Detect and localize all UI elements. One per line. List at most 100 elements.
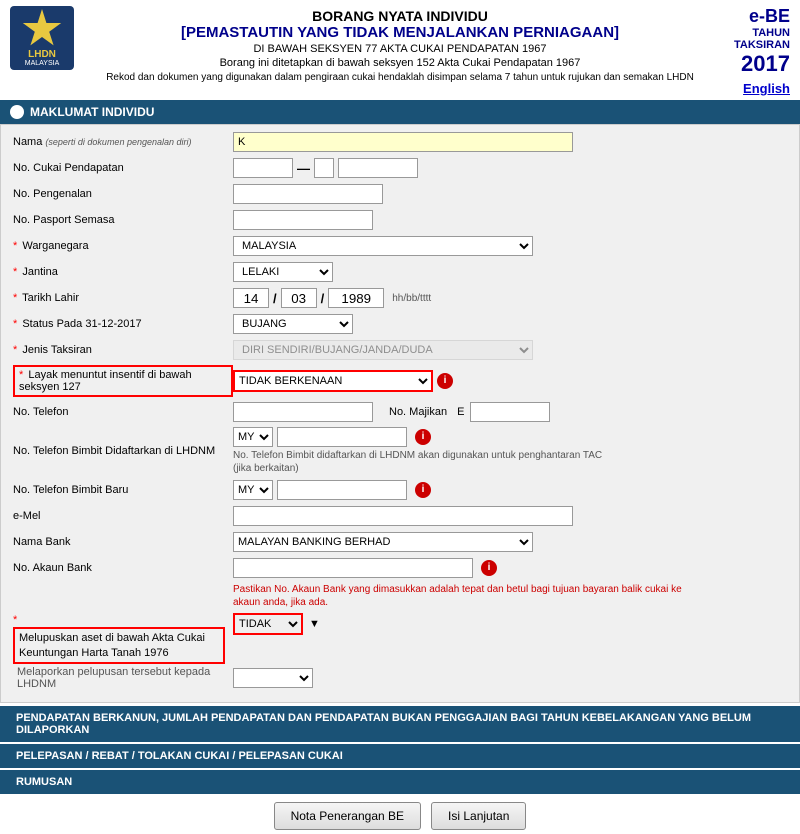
tidak-select[interactable]: TIDAK YA (233, 613, 303, 635)
header-note: Rekod dan dokumen yang digunakan dalam p… (90, 72, 710, 83)
no-cukai-label: No. Cukai Pendapatan (13, 162, 233, 174)
my-prefix-select[interactable]: MY (233, 427, 273, 447)
english-link[interactable]: English (710, 81, 790, 96)
header-right: e-BE TAHUN TAKSIRAN 2017 English (710, 6, 790, 96)
nama-bank-label: Nama Bank (13, 536, 233, 548)
no-pasport-row: No. Pasport Semasa (13, 209, 787, 231)
logo-area: LHDN MALAYSIA (10, 6, 90, 70)
section-pendapatan[interactable]: PENDAPATAN BERKANUN, JUMLAH PENDAPATAN D… (0, 706, 800, 742)
layak-input-group: TIDAK BERKENAAN YA TIDAK i (233, 370, 453, 392)
malaysia-label: MALAYSIA (25, 60, 60, 67)
lanjut-button[interactable]: Isi Lanjutan (431, 802, 526, 830)
jenis-taksiran-select[interactable]: DIRI SENDIRI/BUJANG/JANDA/DUDA (233, 340, 533, 360)
no-cukai-input-group: — (233, 158, 418, 178)
layak-info-icon[interactable]: i (437, 373, 453, 389)
nama-input[interactable] (233, 132, 573, 152)
section-maklumat-label: MAKLUMAT INDIVIDU (30, 105, 154, 119)
my-prefix-baru-select[interactable]: MY (233, 480, 273, 500)
section-rumusan[interactable]: RUMUSAN (0, 770, 800, 794)
layak-label: Layak menuntut insentif di bawah seksyen… (13, 365, 233, 397)
no-cukai-suffix[interactable] (338, 158, 418, 178)
tarikh-label: Tarikh Lahir (13, 292, 233, 304)
header-title-bold: [PEMASTAUTIN YANG TIDAK MENJALANKAN PERN… (90, 24, 710, 41)
nota-button[interactable]: Nota Penerangan BE (274, 802, 421, 830)
no-akaun-row: No. Akaun Bank i (13, 557, 787, 579)
no-tel-bimbit-group: MY i No. Telefon Bimbit didaftarkan di L… (233, 427, 613, 475)
emel-row: e-Mel (13, 505, 787, 527)
form-area: Nama (seperti di dokumen pengenalan diri… (0, 124, 800, 703)
jantina-select[interactable]: LELAKI PEREMPUAN (233, 262, 333, 282)
jantina-label: Jantina (13, 266, 233, 278)
no-cukai-prefix[interactable] (233, 158, 293, 178)
no-pengenalan-label: No. Pengenalan (13, 188, 233, 200)
status-select[interactable]: BUJANG KAHWIN JANDA/DUDA (233, 314, 353, 334)
header-sub1: DI BAWAH SEKSYEN 77 AKTA CUKAI PENDAPATA… (90, 43, 710, 55)
no-telefon-input-group: No. Majikan E (233, 402, 550, 422)
tarikh-row: Tarikh Lahir / / hh/bb/tttt (13, 287, 787, 309)
no-tel-bimbit-row: No. Telefon Bimbit Didaftarkan di LHDNM … (13, 427, 787, 475)
no-cukai-row: No. Cukai Pendapatan — (13, 157, 787, 179)
no-telefon-input[interactable] (233, 402, 373, 422)
warganegara-select[interactable]: MALAYSIA BUKAN WARGANEGARA (233, 236, 533, 256)
melupuskan-row: * Melupuskan aset di bawah Akta Cukai Ke… (13, 613, 787, 664)
no-tel-bimbit-baru-row: No. Telefon Bimbit Baru MY i (13, 479, 787, 501)
emel-label: e-Mel (13, 510, 233, 522)
circle-icon (10, 105, 24, 119)
melaporkan-select[interactable] (233, 668, 313, 688)
bank-select[interactable]: MALAYAN BANKING BERHAD CIMB BANK PUBLIC … (233, 532, 533, 552)
header-title-main: BORANG NYATA INDIVIDU (90, 8, 710, 24)
no-akaun-row-wrapper: No. Akaun Bank i Pastikan No. Akaun Bank… (13, 557, 787, 609)
ebe-label: e-BE (710, 6, 790, 27)
no-tel-bimbit-baru-group: MY i (233, 480, 431, 500)
no-tel-bimbit-label: No. Telefon Bimbit Didaftarkan di LHDNM (13, 445, 233, 457)
no-pasport-label: No. Pasport Semasa (13, 214, 233, 226)
majikan-prefix: E (457, 406, 464, 418)
logo-box: LHDN MALAYSIA (10, 6, 74, 70)
no-pasport-input[interactable] (233, 210, 373, 230)
akaun-note: Pastikan No. Akaun Bank yang dimasukkan … (233, 583, 693, 609)
header: LHDN MALAYSIA BORANG NYATA INDIVIDU [PEM… (0, 0, 800, 100)
header-sub2: Borang ini ditetapkan di bawah seksyen 1… (90, 57, 710, 69)
majikan-label: No. Majikan (389, 406, 447, 418)
no-akaun-input[interactable] (233, 558, 473, 578)
bottom-sections: PENDAPATAN BERKANUN, JUMLAH PENDAPATAN D… (0, 706, 800, 794)
melupuskan-label-inner: Melupuskan aset di bawah Akta Cukai Keun… (13, 627, 225, 664)
no-tel-bimbit-input[interactable] (277, 427, 407, 447)
warganegara-label: Warganegara (13, 240, 233, 252)
nama-row: Nama (seperti di dokumen pengenalan diri… (13, 131, 787, 153)
jenis-taksiran-label: Jenis Taksiran (13, 344, 233, 356)
section-pelepasan[interactable]: PELEPASAN / REBAT / TOLAKAN CUKAI / PELE… (0, 744, 800, 768)
no-pengenalan-input[interactable] (233, 184, 383, 204)
no-pengenalan-row: No. Pengenalan (13, 183, 787, 205)
tarikh-month[interactable] (281, 288, 317, 308)
section-maklumat[interactable]: MAKLUMAT INDIVIDU (0, 100, 800, 124)
header-center: BORANG NYATA INDIVIDU [PEMASTAUTIN YANG … (90, 6, 710, 85)
no-cukai-mid[interactable] (314, 158, 334, 178)
melaporkan-label: Melaporkan pelupusan tersebut kepada LHD… (13, 666, 233, 690)
date-sep1: / (273, 291, 277, 306)
akaun-info-icon[interactable]: i (481, 560, 497, 576)
date-hint: hh/bb/tttt (392, 293, 431, 304)
tarikh-year[interactable] (328, 288, 384, 308)
status-label: Status Pada 31-12-2017 (13, 318, 233, 330)
tarikh-input-group: / / hh/bb/tttt (233, 288, 431, 308)
section-rumusan-label: RUMUSAN (16, 776, 72, 788)
emel-input[interactable] (233, 506, 573, 526)
page-wrapper: LHDN MALAYSIA BORANG NYATA INDIVIDU [PEM… (0, 0, 800, 834)
no-tel-bimbit-baru-input[interactable] (277, 480, 407, 500)
date-sep2: / (321, 291, 325, 306)
tel-bimbit-baru-info-icon[interactable]: i (415, 482, 431, 498)
layak-select[interactable]: TIDAK BERKENAAN YA TIDAK (233, 370, 433, 392)
lhdn-label: LHDN (28, 49, 56, 60)
layak-row: Layak menuntut insentif di bawah seksyen… (13, 365, 787, 397)
melaporkan-row: Melaporkan pelupusan tersebut kepada LHD… (13, 666, 787, 690)
tel-bimbit-info-icon[interactable]: i (415, 429, 431, 445)
tarikh-day[interactable] (233, 288, 269, 308)
no-telefon-label: No. Telefon (13, 406, 233, 418)
nama-bank-row: Nama Bank MALAYAN BANKING BERHAD CIMB BA… (13, 531, 787, 553)
no-akaun-input-group: i (233, 558, 497, 578)
melupuskan-label-text: * Melupuskan aset di bawah Akta Cukai Ke… (13, 613, 233, 664)
no-majikan-input[interactable] (470, 402, 550, 422)
buttons-row: Nota Penerangan BE Isi Lanjutan (0, 794, 800, 834)
cukai-dash: — (297, 161, 310, 176)
